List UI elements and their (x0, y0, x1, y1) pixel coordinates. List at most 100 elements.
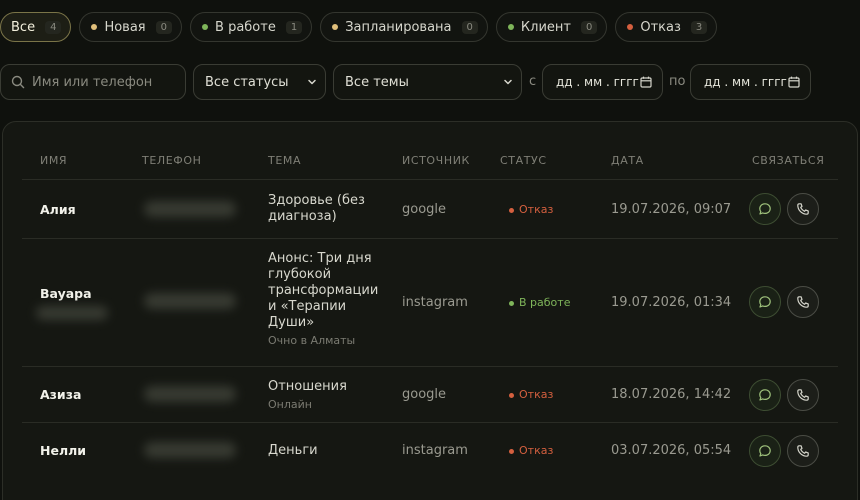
row-topic: Анонс: Три дня глубокой трансформации и … (268, 251, 383, 349)
status-label: Отказ (519, 203, 554, 216)
date-from-value: дд . мм . гггг (556, 75, 639, 89)
tab-count: 1 (285, 20, 303, 34)
header-date: Дата (611, 154, 644, 167)
header-phone: Телефон (142, 154, 202, 167)
tab-count: 0 (155, 20, 173, 34)
header-divider (22, 179, 838, 180)
tab-all[interactable]: Все 4 (0, 12, 72, 42)
status-badge: В работе (509, 295, 570, 311)
tab-label: Клиент (520, 19, 571, 35)
row-name: Bayapa (40, 286, 92, 301)
header-source: Источник (402, 154, 470, 167)
status-select[interactable]: Все статусы (193, 64, 326, 100)
row-name: Алия (40, 202, 76, 217)
chevron-down-icon (308, 79, 316, 85)
call-button[interactable] (787, 193, 819, 225)
date-to-input[interactable]: дд . мм . гггг (690, 64, 811, 100)
chat-bubble-icon (759, 203, 771, 215)
topic-select[interactable]: Все темы (333, 64, 522, 100)
tab-count: 4 (45, 20, 62, 34)
header-status: Статус (500, 154, 547, 167)
phone-blurred (144, 293, 236, 309)
call-button[interactable] (787, 286, 819, 318)
tab-label: Запланирована (345, 19, 452, 35)
tab-label: Все (11, 19, 36, 35)
row-divider (22, 238, 838, 239)
phone-blurred (144, 442, 236, 458)
row-source: google (402, 387, 447, 402)
row-divider (22, 366, 838, 367)
header-topic: Тема (268, 154, 302, 167)
phone-blurred (144, 386, 236, 402)
row-date: 03.07.2026, 05:54 (611, 443, 732, 458)
row-divider (22, 422, 838, 423)
row-source: instagram (402, 295, 468, 310)
status-badge: Отказ (509, 387, 553, 403)
row-name: Нелли (40, 443, 87, 458)
call-button[interactable] (787, 379, 819, 411)
topic-title: Анонс: Три дня глубокой трансформации и … (268, 251, 379, 330)
date-from-label: с (529, 74, 537, 89)
row-topic: Деньги (268, 443, 383, 459)
status-badge: Отказ (509, 202, 553, 218)
topic-title: Деньги (268, 443, 318, 458)
tab-planned[interactable]: Запланирована 0 (320, 12, 488, 42)
phone-icon (797, 203, 809, 215)
row-topic: Здоровье (без диагноза) (268, 193, 383, 225)
chevron-down-icon (504, 79, 512, 85)
date-to-value: дд . мм . гггг (704, 75, 787, 89)
status-dot (332, 24, 339, 30)
status-select-value: Все статусы (205, 74, 289, 90)
status-badge: Отказ (509, 443, 553, 459)
status-dot (507, 24, 514, 30)
status-dot (509, 448, 514, 454)
date-from-input[interactable]: дд . мм . гггг (542, 64, 663, 100)
tab-refused[interactable]: Отказ 3 (615, 12, 718, 42)
row-name: Азиза (40, 387, 82, 402)
chat-button[interactable] (749, 379, 781, 411)
tab-count: 0 (461, 20, 478, 34)
phone-icon (797, 445, 809, 457)
row-date: 18.07.2026, 14:42 (611, 387, 732, 402)
tab-label: Новая (104, 19, 146, 35)
filter-bar: Все статусы Все темы с дд . мм . гггг по… (0, 64, 860, 100)
call-button[interactable] (787, 435, 819, 467)
row-topic: Отношения Онлайн (268, 379, 383, 413)
status-dot (509, 207, 514, 213)
chat-bubble-icon (759, 445, 771, 457)
status-tabs: Все 4 Новая 0 В работе 1 Запланирована 0… (0, 12, 718, 42)
row-date: 19.07.2026, 09:07 (611, 202, 732, 217)
topic-format: Очно в Алматы (268, 334, 356, 347)
topic-format: Онлайн (268, 398, 312, 411)
calendar-icon[interactable] (788, 76, 800, 88)
chat-button[interactable] (749, 286, 781, 318)
status-label: Отказ (519, 388, 554, 401)
topic-title: Здоровье (без диагноза) (268, 193, 365, 224)
tab-new[interactable]: Новая 0 (79, 12, 183, 42)
header-name: Имя (40, 154, 68, 167)
name-blurred (36, 306, 108, 320)
chat-bubble-icon (759, 389, 771, 401)
tab-in-progress[interactable]: В работе 1 (190, 12, 313, 42)
phone-icon (797, 296, 809, 308)
calendar-icon[interactable] (640, 76, 652, 88)
tab-count: 3 (690, 20, 708, 34)
date-to-label: по (669, 74, 686, 89)
chat-button[interactable] (749, 435, 781, 467)
row-source: google (402, 202, 447, 217)
status-dot (91, 24, 98, 30)
status-dot (509, 392, 514, 398)
status-dot (202, 24, 209, 30)
tab-label: В работе (215, 19, 276, 35)
status-dot (627, 24, 634, 30)
tab-count: 0 (580, 20, 598, 34)
chat-button[interactable] (749, 193, 781, 225)
search-box[interactable] (0, 64, 186, 100)
search-input[interactable] (32, 74, 172, 90)
tab-client[interactable]: Клиент 0 (495, 12, 608, 42)
search-icon (11, 75, 25, 89)
phone-icon (797, 389, 809, 401)
header-contact: Связаться (752, 154, 825, 167)
topic-select-value: Все темы (345, 74, 409, 90)
row-source: instagram (402, 443, 468, 458)
